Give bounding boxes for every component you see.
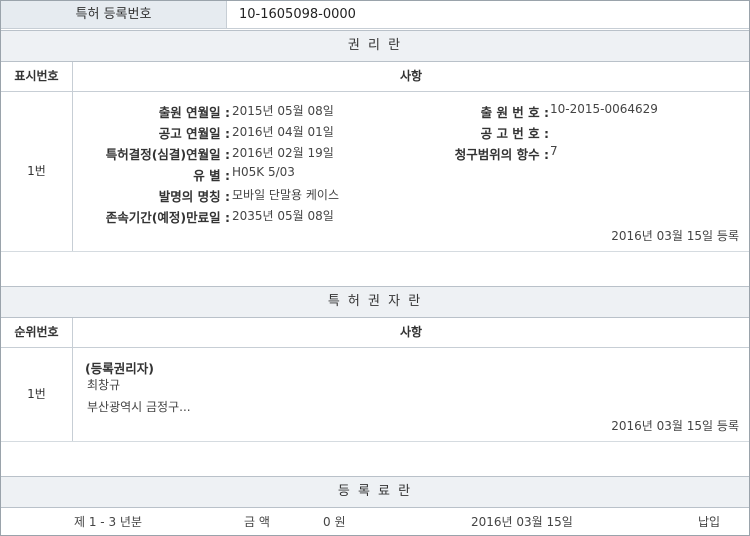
classification-label: 유 별 : xyxy=(193,168,230,183)
invention-title-label: 발명의 명칭 : xyxy=(158,189,230,204)
fee-payment-date: 2016년 03월 15일 xyxy=(471,515,573,529)
fee-section-title: 등 록 료 란 xyxy=(1,476,749,508)
fee-amount-value: 0 원 xyxy=(323,515,346,529)
claims-count-label: 청구범위의 항수 : xyxy=(454,147,549,162)
rights-column-header: 표시번호 사항 xyxy=(1,62,749,92)
fee-payment-status: 납입 xyxy=(698,515,721,529)
patentee-row: 1번 (등록권리자) 최창규 부산광역시 금정구... 2016년 03월 15… xyxy=(1,348,749,442)
fee-amount-label: 금 액 xyxy=(244,515,270,529)
decision-date-label: 특허결정(심결)연월일 : xyxy=(105,147,230,162)
expiry-date-label: 존속기간(예정)만료일 : xyxy=(105,210,230,225)
application-number-label: 출 원 번 호 : xyxy=(480,105,549,120)
publication-number-label: 공 고 번 호 : xyxy=(480,126,549,141)
rights-section-title: 권 리 란 xyxy=(1,30,749,62)
display-number-header: 표시번호 xyxy=(1,62,73,91)
matter-header: 사항 xyxy=(399,69,423,83)
rank-number-header: 순위번호 xyxy=(1,318,73,347)
application-date-value: 2015년 05월 08일 xyxy=(232,104,334,118)
rights-row: 1번 출원 연월일 : 2015년 05월 08일 출 원 번 호 : 10-2… xyxy=(1,92,749,252)
claims-count-value: 7 xyxy=(550,144,558,158)
rights-row-number: 1번 xyxy=(1,92,73,251)
patentee-name: 최창규 xyxy=(87,378,121,392)
rights-registered-date: 2016년 03월 15일 등록 xyxy=(611,229,739,243)
fee-period: 제 1 - 3 년분 xyxy=(74,515,142,529)
patentee-matter-header: 사항 xyxy=(399,325,423,339)
patentee-row-number: 1번 xyxy=(1,348,73,441)
publication-date-value: 2016년 04월 01일 xyxy=(232,125,334,139)
patentee-registered-date: 2016년 03월 15일 등록 xyxy=(611,419,739,433)
classification-value: H05K 5/03 xyxy=(232,165,295,179)
patentee-section-title: 특 허 권 자 란 xyxy=(1,286,749,318)
invention-title-value: 모바일 단말용 케이스 xyxy=(232,188,339,202)
publication-date-label: 공고 연월일 : xyxy=(158,126,230,141)
patentee-type: (등록권리자) xyxy=(85,361,154,376)
decision-date-value: 2016년 02월 19일 xyxy=(232,146,334,160)
application-number-value: 10-2015-0064629 xyxy=(550,102,658,116)
registration-number-value: 10-1605098-0000 xyxy=(227,1,749,29)
expiry-date-value: 2035년 05월 08일 xyxy=(232,209,334,223)
patentee-column-header: 순위번호 사항 xyxy=(1,318,749,348)
application-date-label: 출원 연월일 : xyxy=(158,105,230,120)
fee-row: 제 1 - 3 년분 금 액 0 원 2016년 03월 15일 납입 xyxy=(1,508,749,535)
registration-number-label: 특허 등록번호 xyxy=(1,1,227,29)
patentee-address: 부산광역시 금정구... xyxy=(87,400,191,414)
